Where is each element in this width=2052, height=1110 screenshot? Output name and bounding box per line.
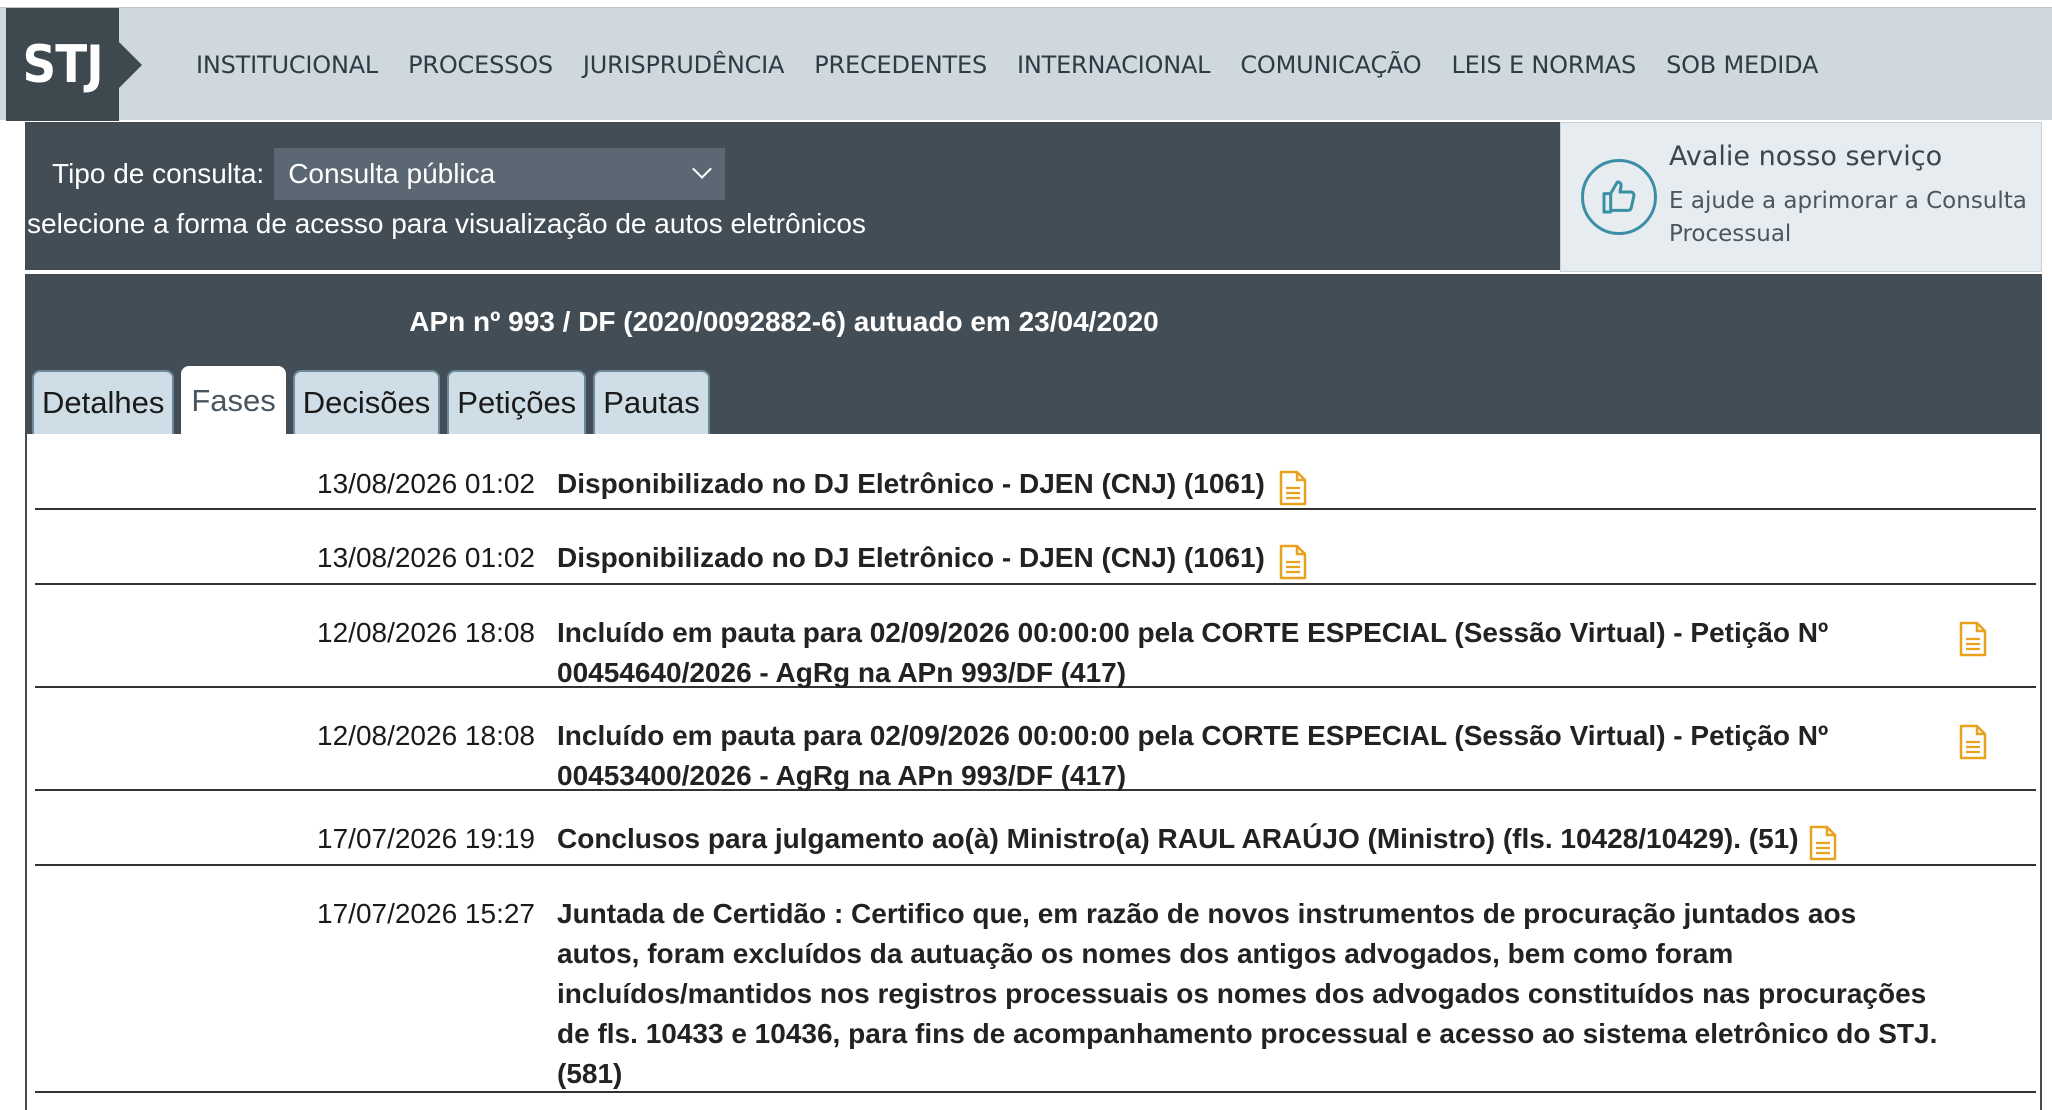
phase-date: 13/08/2026 01:02 bbox=[317, 542, 535, 573]
phase-description-line: Juntada de Certidão : Certifico que, em … bbox=[557, 898, 1857, 929]
stj-logo[interactable]: STJ bbox=[6, 8, 142, 121]
phase-date: 17/07/2026 19:19 bbox=[317, 823, 535, 854]
phase-date: 13/08/2026 01:02 bbox=[317, 468, 535, 499]
top-navigation: STJ INSTITUCIONAL PROCESSOS JURISPRUDÊNC… bbox=[0, 7, 2052, 121]
nav-institucional[interactable]: INSTITUCIONAL bbox=[196, 51, 378, 79]
document-icon[interactable] bbox=[1279, 544, 1307, 580]
document-icon[interactable] bbox=[1959, 621, 1987, 657]
phase-row: 12/08/2026 18:08 Incluído em pauta para … bbox=[35, 688, 2036, 791]
tab-detalhes[interactable]: Detalhes bbox=[32, 370, 175, 434]
phase-row: 13/08/2026 01:02 Disponibilizado no DJ E… bbox=[35, 510, 2036, 585]
phase-description-line: autos, foram excluídos da autuação os no… bbox=[557, 938, 1734, 969]
phase-row: 17/07/2026 19:19 Conclusos para julgamen… bbox=[35, 791, 2036, 866]
evaluate-service-card[interactable]: Avalie nosso serviço E ajude a aprimorar… bbox=[1560, 122, 2042, 272]
document-icon[interactable] bbox=[1279, 470, 1307, 506]
nav-precedentes[interactable]: PRECEDENTES bbox=[814, 51, 987, 79]
phases-list: 13/08/2026 01:02 Disponibilizado no DJ E… bbox=[25, 434, 2042, 1110]
chevron-down-icon bbox=[692, 159, 713, 179]
phase-row: 17/07/2026 15:27 Juntada de Certidão : C… bbox=[35, 866, 2036, 1093]
query-subtitle: selecione a forma de acesso para visuali… bbox=[27, 208, 866, 239]
query-type-label: Tipo de consulta: bbox=[52, 158, 265, 189]
phase-description: Incluído em pauta para 02/09/2026 00:00:… bbox=[557, 613, 1828, 693]
phase-row: 12/08/2026 18:08 Incluído em pauta para … bbox=[35, 585, 2036, 688]
tab-fases[interactable]: Fases bbox=[181, 366, 286, 434]
phase-description-line: Conclusos para julgamento ao(à) Ministro… bbox=[557, 823, 1799, 854]
phase-description: Disponibilizado no DJ Eletrônico - DJEN … bbox=[557, 538, 1265, 578]
query-panel: Tipo de consulta: Consulta pública bbox=[25, 122, 1560, 272]
nav-comunicacao[interactable]: COMUNICAÇÃO bbox=[1240, 51, 1421, 79]
phase-description: Conclusos para julgamento ao(à) Ministro… bbox=[557, 819, 1799, 859]
evaluate-title: Avalie nosso serviço bbox=[1669, 141, 1943, 172]
phase-description-line: Incluído em pauta para 02/09/2026 00:00:… bbox=[557, 720, 1829, 751]
phase-description: Incluído em pauta para 02/09/2026 00:00:… bbox=[557, 716, 1828, 796]
phase-description: Disponibilizado no DJ Eletrônico - DJEN … bbox=[557, 464, 1265, 504]
tab-pautas[interactable]: Pautas bbox=[593, 370, 710, 434]
phase-description-line: de fls. 10433 e 10436, para fins de acom… bbox=[557, 1018, 1938, 1049]
phase-description-line: 00453400/2026 - AgRg na APn 993/DF (417) bbox=[557, 760, 1127, 791]
tab-decisoes[interactable]: Decisões bbox=[292, 370, 441, 434]
phase-date: 12/08/2026 18:08 bbox=[317, 617, 535, 648]
thumbs-up-icon bbox=[1581, 159, 1657, 235]
nav-internacional[interactable]: INTERNACIONAL bbox=[1017, 51, 1211, 79]
phase-description-line: Disponibilizado no DJ Eletrônico - DJEN … bbox=[557, 468, 1265, 499]
phase-date: 12/08/2026 18:08 bbox=[317, 720, 535, 751]
query-type-select[interactable]: Consulta pública bbox=[274, 148, 726, 200]
evaluate-description: E ajude a aprimorar a Consulta Processua… bbox=[1669, 188, 2027, 247]
phase-description-line: (581) bbox=[557, 1058, 623, 1089]
phase-date: 17/07/2026 15:27 bbox=[317, 898, 535, 929]
tab-peticoes[interactable]: Petições bbox=[447, 370, 587, 434]
document-icon[interactable] bbox=[1959, 724, 1987, 760]
process-tabs: Detalhes Fases Decisões Petições Pautas bbox=[32, 366, 710, 434]
phase-description-line: incluídos/mantidos nos registros process… bbox=[557, 978, 1927, 1009]
phase-row: 13/08/2026 01:02 Disponibilizado no DJ E… bbox=[35, 434, 2036, 510]
phase-description: Juntada de Certidão : Certifico que, em … bbox=[557, 894, 1937, 1094]
phase-description-line: 00454640/2026 - AgRg na APn 993/DF (417) bbox=[557, 657, 1127, 688]
logo-text: STJ bbox=[22, 34, 103, 95]
query-type-value: Consulta pública bbox=[288, 158, 496, 189]
nav-leis-e-normas[interactable]: LEIS E NORMAS bbox=[1452, 51, 1637, 79]
process-header: APn nº 993 / DF (2020/0092882-6) autuado… bbox=[25, 274, 2042, 434]
nav-jurisprudencia[interactable]: JURISPRUDÊNCIA bbox=[583, 51, 785, 79]
document-icon[interactable] bbox=[1809, 825, 1837, 861]
phase-description-line: Incluído em pauta para 02/09/2026 00:00:… bbox=[557, 617, 1829, 648]
process-title: APn nº 993 / DF (2020/0092882-6) autuado… bbox=[409, 306, 1159, 337]
main-nav: INSTITUCIONAL PROCESSOS JURISPRUDÊNCIA P… bbox=[196, 8, 1818, 121]
nav-processos[interactable]: PROCESSOS bbox=[408, 51, 553, 79]
nav-sob-medida[interactable]: SOB MEDIDA bbox=[1666, 51, 1818, 79]
phase-description-line: Disponibilizado no DJ Eletrônico - DJEN … bbox=[557, 542, 1265, 573]
